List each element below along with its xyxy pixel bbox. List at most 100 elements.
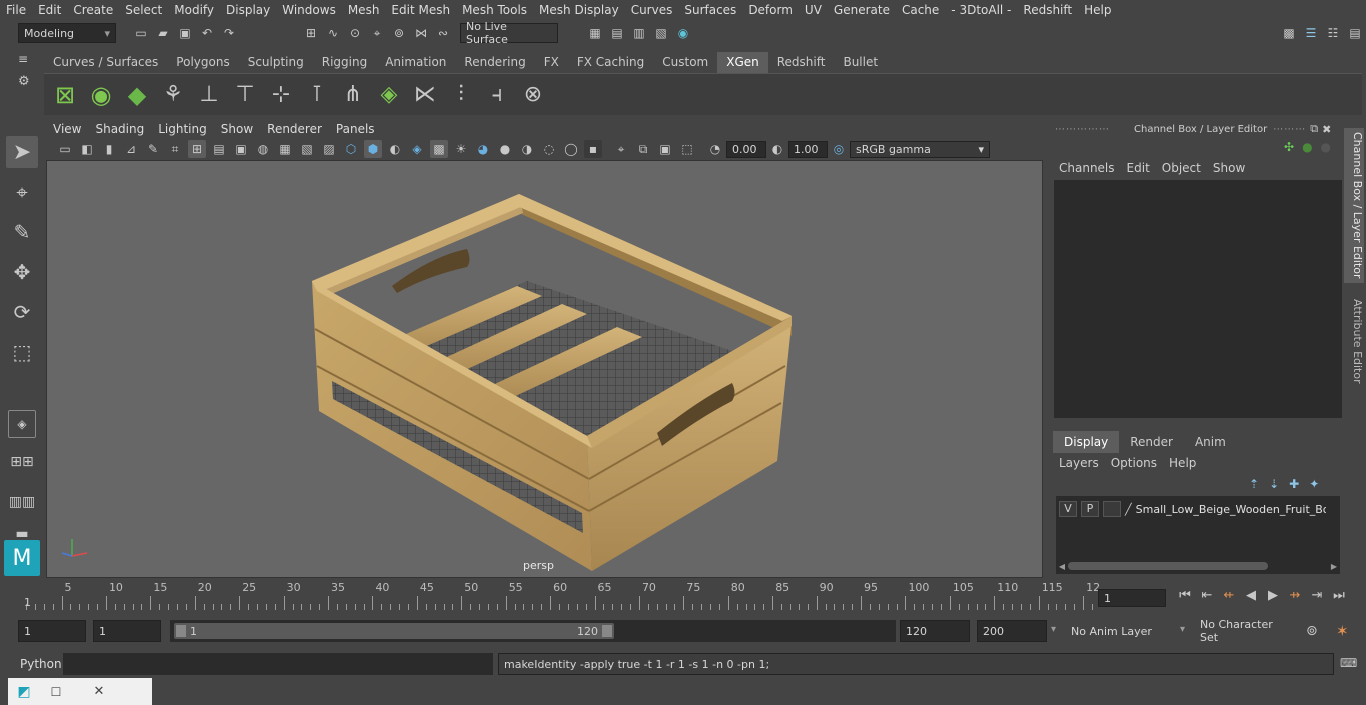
motion-blur-icon[interactable]: ●	[496, 140, 514, 158]
shelf-tab-rendering[interactable]: Rendering	[455, 52, 534, 73]
channel-menu-channels[interactable]: Channels	[1053, 158, 1121, 178]
maximize-icon[interactable]: ☐	[36, 685, 76, 699]
lasso-tool-icon[interactable]: ⌖	[6, 176, 38, 208]
xgen-delete-guide-icon[interactable]: ⊗	[518, 79, 548, 111]
xgen-bend-icon[interactable]: ⋉	[410, 79, 440, 111]
animation-preferences-icon[interactable]: ✶	[1336, 622, 1349, 640]
layer-row[interactable]: V P ╱ Small_Low_Beige_Wooden_Fruit_Box	[1056, 500, 1340, 518]
range-slider-handle[interactable]: 1 120	[174, 623, 614, 639]
snap-curve-icon[interactable]: ∿	[324, 24, 342, 42]
layer-scrollbar[interactable]: ◀ ▶	[1056, 560, 1340, 572]
menu-edit[interactable]: Edit	[32, 0, 67, 20]
shadows-icon[interactable]: ☀	[452, 140, 470, 158]
layer-menu-options[interactable]: Options	[1105, 453, 1163, 473]
manipulator-icon[interactable]: ✣	[1284, 140, 1294, 154]
move-layer-down-icon[interactable]: ⇣	[1269, 477, 1279, 491]
step-forward-key-icon[interactable]: ⇥	[1306, 588, 1328, 603]
close-icon[interactable]: ✕	[76, 684, 122, 699]
attribute-editor-side-tab[interactable]: Attribute Editor	[1344, 295, 1364, 405]
snap-surface-icon[interactable]: ⊚	[390, 24, 408, 42]
live-surface-field[interactable]: No Live Surface	[460, 20, 558, 46]
layer-menu-layers[interactable]: Layers	[1053, 453, 1105, 473]
render-icon[interactable]: ▦	[586, 24, 604, 42]
channel-menu-edit[interactable]: Edit	[1121, 158, 1156, 178]
xgen-guides-icon[interactable]: ⚘	[158, 79, 188, 111]
end-time-field[interactable]: 200	[977, 620, 1047, 642]
redo-icon[interactable]: ↷	[220, 24, 238, 42]
move-layer-up-icon[interactable]: ⇡	[1249, 477, 1259, 491]
xgen-cut-icon[interactable]: ⫞	[482, 79, 512, 111]
textured-icon[interactable]: ◈	[408, 140, 426, 158]
render-settings-icon[interactable]: ▥	[630, 24, 648, 42]
ambient-occlusion-icon[interactable]: ◕	[474, 140, 492, 158]
frame-all-icon[interactable]: ⧉	[634, 140, 652, 158]
go-to-end-icon[interactable]: ⏭	[1328, 588, 1350, 603]
paint-select-tool-icon[interactable]: ✎	[6, 216, 38, 248]
keyed-icon[interactable]: ●	[1302, 140, 1312, 154]
anti-aliasing-icon[interactable]: ◑	[518, 140, 536, 158]
select-camera-icon[interactable]: ▭	[56, 140, 74, 158]
viewport-menu-show[interactable]: Show	[214, 119, 260, 139]
color-space-dropdown[interactable]: sRGB gamma ▾	[850, 140, 990, 158]
maya-app-icon[interactable]: ◩	[12, 684, 36, 700]
select-tool-icon[interactable]: ➤	[6, 136, 38, 168]
menu-uv[interactable]: UV	[799, 0, 828, 20]
play-backward-icon[interactable]: ◀	[1240, 588, 1262, 603]
layer-display-type-toggle[interactable]	[1103, 501, 1121, 517]
layer-menu-help[interactable]: Help	[1163, 453, 1202, 473]
menu-3dtoall[interactable]: - 3DtoAll -	[945, 0, 1017, 20]
film-gate-icon[interactable]: ▤	[210, 140, 228, 158]
shelf-tab-curves-surfaces[interactable]: Curves / Surfaces	[44, 52, 167, 73]
drag-handle-icon[interactable]: ⋯⋯⋯⋯⋯	[1055, 124, 1110, 135]
gamma-icon[interactable]: ◐	[768, 140, 786, 158]
menu-mesh[interactable]: Mesh	[342, 0, 386, 20]
open-scene-icon[interactable]: ▰	[154, 24, 172, 42]
bookmark-icon[interactable]: ▮	[100, 140, 118, 158]
exposure-field[interactable]: 0.00	[726, 140, 766, 158]
range-start-grip[interactable]	[176, 625, 186, 637]
menu-help[interactable]: Help	[1078, 0, 1117, 20]
snap-point-icon[interactable]: ⊙	[346, 24, 364, 42]
menu-windows[interactable]: Windows	[276, 0, 342, 20]
viewport-menu-renderer[interactable]: Renderer	[260, 119, 329, 139]
shelf-settings-icon[interactable]: ⚙	[18, 74, 36, 110]
shelf-tab-sculpting[interactable]: Sculpting	[239, 52, 313, 73]
save-scene-icon[interactable]: ▣	[176, 24, 194, 42]
xgen-guide-flow-icon[interactable]: ⋔	[338, 79, 368, 111]
menu-display[interactable]: Display	[220, 0, 276, 20]
frame-selected-icon[interactable]: ▣	[656, 140, 674, 158]
range-slider[interactable]: 1 120	[170, 620, 896, 642]
viewport-menu-shading[interactable]: Shading	[88, 119, 151, 139]
play-forward-icon[interactable]: ▶	[1262, 588, 1284, 603]
shelf-menu-icon[interactable]: ≡	[18, 52, 36, 74]
smooth-shade-icon[interactable]: ⬢	[364, 140, 382, 158]
range-end-grip[interactable]	[602, 625, 612, 637]
locked-icon[interactable]: ●	[1321, 140, 1331, 154]
step-forward-frame-icon[interactable]: ⇸	[1284, 588, 1306, 603]
step-back-key-icon[interactable]: ⇤	[1196, 588, 1218, 603]
script-editor-icon[interactable]: ⌨	[1340, 656, 1357, 670]
four-pane-layout-icon[interactable]: ⊞⊞	[6, 446, 38, 478]
new-scene-icon[interactable]: ▭	[132, 24, 150, 42]
script-language-toggle[interactable]: Python	[20, 657, 62, 671]
playback-end-field[interactable]: 120	[900, 620, 970, 642]
hud-icon[interactable]: ⬚	[678, 140, 696, 158]
chevron-down-icon[interactable]: ▾	[1180, 624, 1185, 635]
x-ray-icon[interactable]: ◯	[562, 140, 580, 158]
channel-box-side-tab[interactable]: Channel Box / Layer Editor	[1344, 128, 1364, 283]
render-view-icon[interactable]: ◉	[674, 24, 692, 42]
menu-file[interactable]: File	[0, 0, 32, 20]
xgen-grid-icon[interactable]: ◈	[374, 79, 404, 111]
xgen-sculpt-guide-icon[interactable]: ⊹	[266, 79, 296, 111]
scale-tool-icon[interactable]: ⬚	[6, 336, 38, 368]
shelf-tab-bullet[interactable]: Bullet	[834, 52, 887, 73]
shelf-tab-rigging[interactable]: Rigging	[313, 52, 376, 73]
go-to-start-icon[interactable]: ⏮	[1174, 588, 1196, 603]
shelf-tab-animation[interactable]: Animation	[376, 52, 455, 73]
exposure-icon[interactable]: ◔	[706, 140, 724, 158]
wireframe-icon[interactable]: ⬡	[342, 140, 360, 158]
x-ray-joints-icon[interactable]: ▪	[584, 140, 602, 158]
menu-mesh-display[interactable]: Mesh Display	[533, 0, 625, 20]
layer-name[interactable]: Small_Low_Beige_Wooden_Fruit_Box	[1136, 503, 1326, 516]
menu-surfaces[interactable]: Surfaces	[678, 0, 742, 20]
